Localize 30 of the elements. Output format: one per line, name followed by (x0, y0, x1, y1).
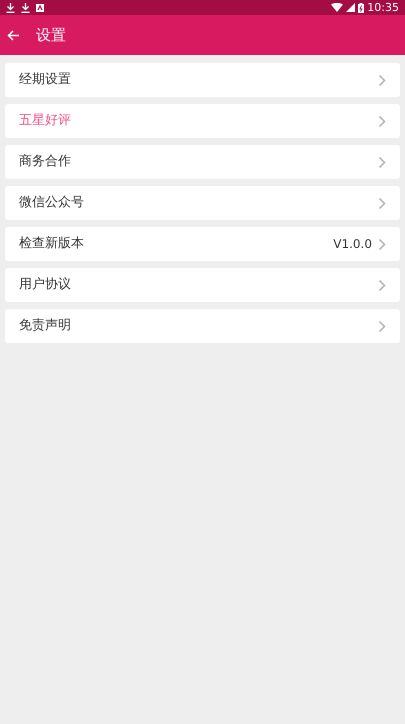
settings-item[interactable]: 商务合作 (5, 145, 400, 179)
item-label: 微信公众号 (19, 194, 85, 212)
download-icon (21, 2, 30, 12)
wifi-icon (331, 3, 344, 12)
item-label: 用户协议 (19, 276, 72, 294)
settings-item[interactable]: 免责声明 (5, 309, 400, 343)
app-icon (36, 4, 44, 12)
item-label: 检查新版本 (19, 235, 85, 254)
chevron-right-icon (378, 114, 386, 128)
battery-icon (358, 2, 364, 12)
back-button[interactable] (6, 28, 20, 42)
item-label: 商务合作 (19, 153, 72, 172)
chevron-right-icon (378, 196, 386, 210)
chevron-right-icon (378, 278, 386, 292)
version-value: V1.0.0 (333, 236, 372, 253)
signal-icon (346, 3, 356, 12)
item-label: 免责声明 (19, 317, 72, 336)
chevron-right-icon (378, 156, 386, 168)
item-label: 五星好评 (19, 112, 72, 130)
download-icon (6, 2, 15, 12)
settings-item[interactable]: 经期设置 (5, 63, 400, 97)
chevron-right-icon (378, 74, 386, 86)
page-title: 设置 (36, 24, 66, 46)
status-time: 10:35 (367, 2, 399, 13)
settings-item[interactable]: 用户协议 (5, 268, 400, 302)
item-label: 经期设置 (19, 71, 72, 90)
settings-item[interactable]: 微信公众号 (5, 186, 400, 220)
chevron-right-icon (378, 320, 386, 332)
settings-item[interactable]: 检查新版本 V1.0.0 (5, 227, 400, 261)
chevron-right-icon (378, 238, 386, 250)
